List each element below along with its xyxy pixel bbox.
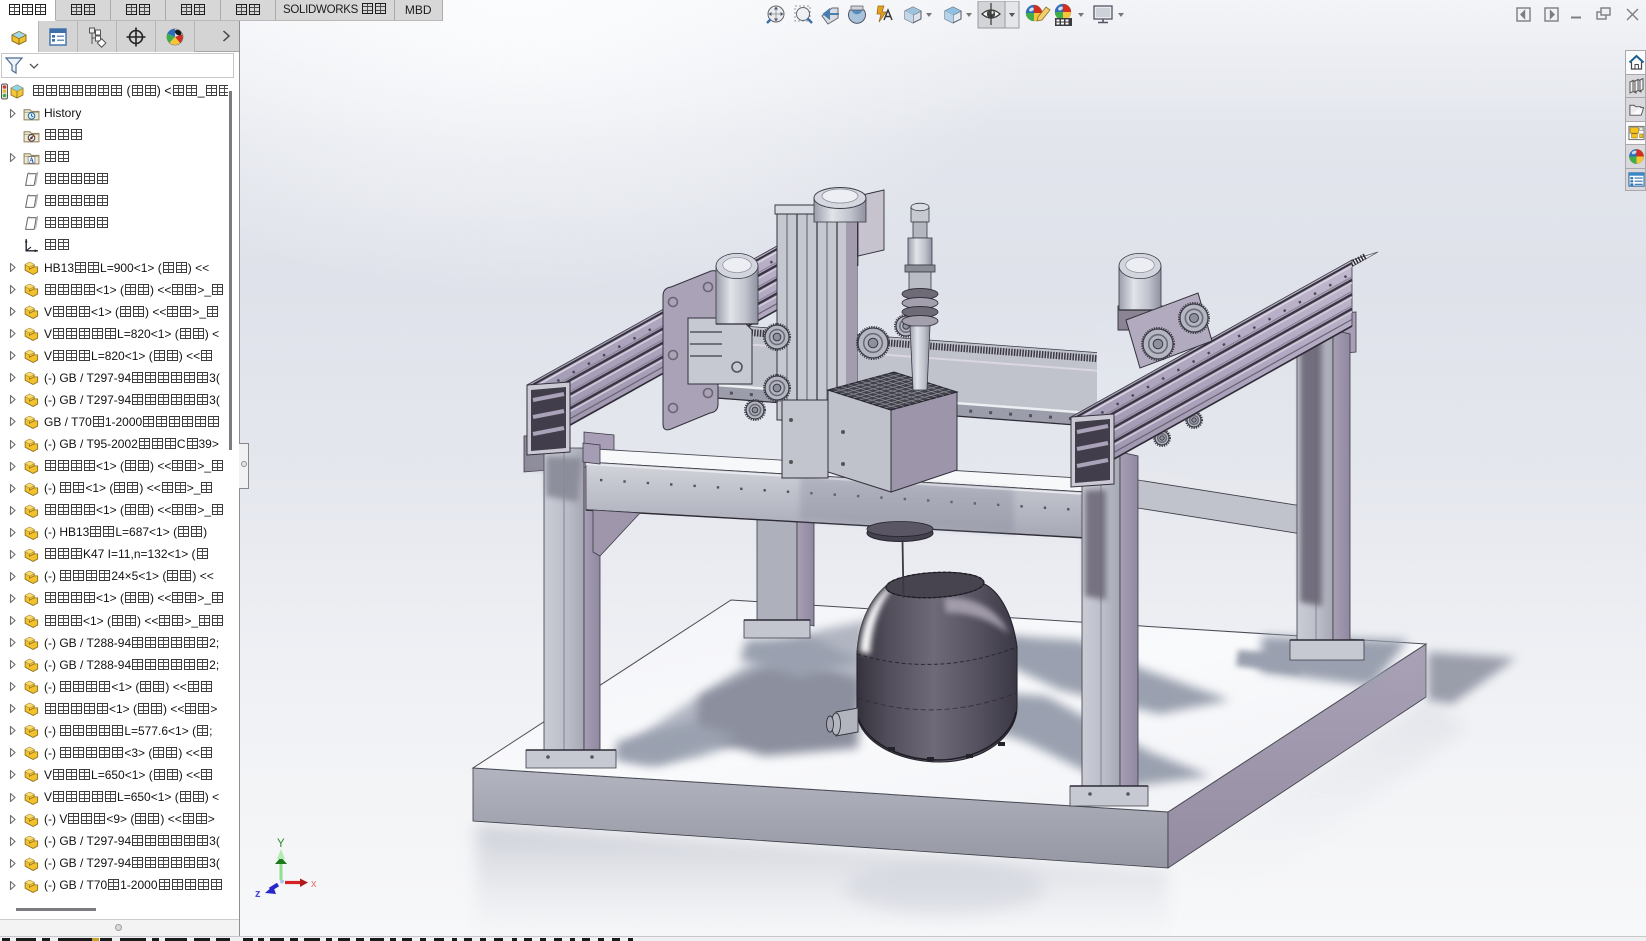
- svg-text:Y: Y: [277, 838, 285, 850]
- svg-text:A: A: [29, 157, 34, 164]
- svg-text:z: z: [255, 888, 261, 900]
- svg-text:x: x: [311, 878, 317, 890]
